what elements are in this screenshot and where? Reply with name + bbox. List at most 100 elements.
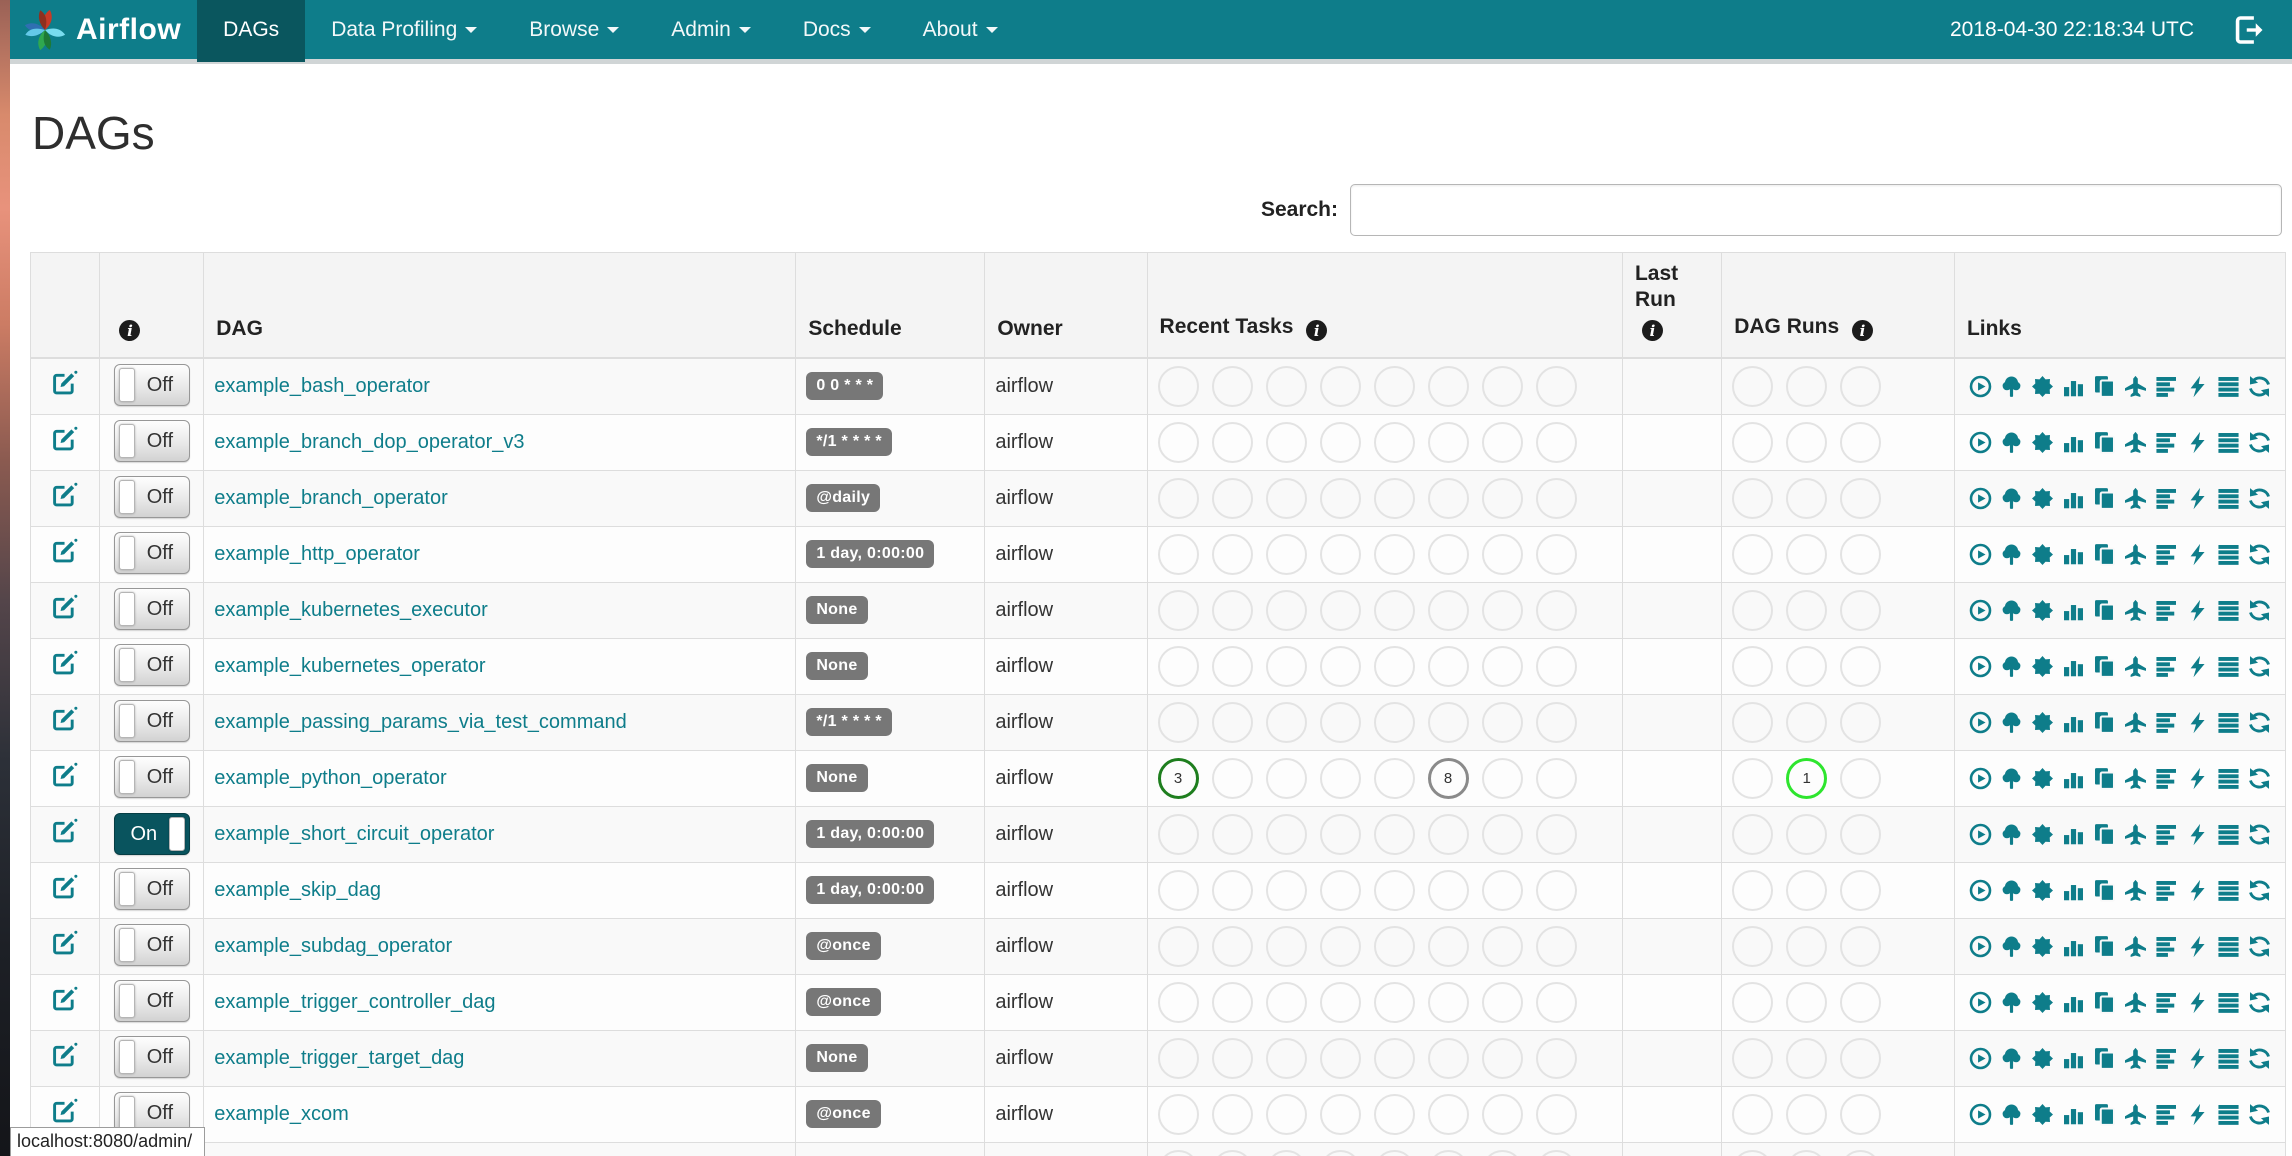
tree-view-link[interactable] — [2000, 711, 2023, 734]
dag-pause-toggle[interactable]: Off — [113, 868, 190, 910]
dag-run-circle[interactable]: 1 — [1786, 757, 1828, 799]
dag-name-link[interactable]: example_skip_dag — [214, 879, 381, 901]
code-view-link[interactable] — [2217, 599, 2240, 622]
tree-view-link[interactable] — [2000, 655, 2023, 678]
dag-pause-toggle[interactable]: Off — [113, 644, 190, 686]
trigger-dag-link[interactable] — [1969, 711, 1992, 734]
task-duration-link[interactable] — [2062, 879, 2085, 902]
code-view-link[interactable] — [2217, 543, 2240, 566]
task-instances-link[interactable] — [2186, 487, 2209, 510]
task-instances-link[interactable] — [2186, 991, 2209, 1014]
task-tries-link[interactable] — [2093, 487, 2116, 510]
tree-view-link[interactable] — [2000, 599, 2023, 622]
task-duration-link[interactable] — [2062, 1103, 2085, 1126]
edit-dag-button[interactable] — [52, 650, 78, 682]
task-tries-link[interactable] — [2093, 991, 2116, 1014]
nav-item-docs[interactable]: Docs — [777, 0, 897, 62]
logout-button[interactable] — [2234, 15, 2264, 45]
edit-dag-button[interactable] — [52, 482, 78, 514]
nav-item-data-profiling[interactable]: Data Profiling — [305, 0, 503, 62]
task-instances-link[interactable] — [2186, 767, 2209, 790]
gantt-view-link[interactable] — [2155, 599, 2178, 622]
nav-item-about[interactable]: About — [897, 0, 1024, 62]
landing-times-link[interactable] — [2124, 599, 2147, 622]
graph-view-link[interactable] — [2031, 711, 2054, 734]
code-view-link[interactable] — [2217, 879, 2240, 902]
gantt-view-link[interactable] — [2155, 1047, 2178, 1070]
gantt-view-link[interactable] — [2155, 879, 2178, 902]
landing-times-link[interactable] — [2124, 935, 2147, 958]
task-instances-link[interactable] — [2186, 1047, 2209, 1070]
refresh-link[interactable] — [2248, 767, 2271, 790]
graph-view-link[interactable] — [2031, 487, 2054, 510]
task-duration-link[interactable] — [2062, 1047, 2085, 1070]
landing-times-link[interactable] — [2124, 655, 2147, 678]
dag-name-link[interactable]: example_branch_operator — [214, 487, 448, 509]
task-duration-link[interactable] — [2062, 711, 2085, 734]
refresh-link[interactable] — [2248, 879, 2271, 902]
task-tries-link[interactable] — [2093, 1047, 2116, 1070]
code-view-link[interactable] — [2217, 1047, 2240, 1070]
nav-item-dags[interactable]: DAGs — [197, 0, 306, 62]
edit-dag-button[interactable] — [52, 762, 78, 794]
task-instances-link[interactable] — [2186, 655, 2209, 678]
task-instances-link[interactable] — [2186, 375, 2209, 398]
dag-pause-toggle[interactable]: Off — [113, 588, 190, 630]
refresh-link[interactable] — [2248, 655, 2271, 678]
edit-dag-button[interactable] — [52, 370, 78, 402]
task-tries-link[interactable] — [2093, 543, 2116, 566]
task-tries-link[interactable] — [2093, 879, 2116, 902]
graph-view-link[interactable] — [2031, 431, 2054, 454]
tree-view-link[interactable] — [2000, 1047, 2023, 1070]
task-instances-link[interactable] — [2186, 935, 2209, 958]
code-view-link[interactable] — [2217, 823, 2240, 846]
task-instances-link[interactable] — [2186, 543, 2209, 566]
trigger-dag-link[interactable] — [1969, 935, 1992, 958]
dag-pause-toggle[interactable]: On — [113, 813, 190, 855]
search-input[interactable] — [1350, 184, 2282, 236]
dag-pause-toggle[interactable]: Off — [113, 756, 190, 798]
gantt-view-link[interactable] — [2155, 543, 2178, 566]
nav-item-admin[interactable]: Admin — [645, 0, 777, 62]
refresh-link[interactable] — [2248, 991, 2271, 1014]
code-view-link[interactable] — [2217, 431, 2240, 454]
dag-pause-toggle[interactable]: Off — [113, 420, 190, 462]
tree-view-link[interactable] — [2000, 431, 2023, 454]
task-duration-link[interactable] — [2062, 823, 2085, 846]
airflow-brand[interactable]: Airflow — [10, 0, 197, 62]
landing-times-link[interactable] — [2124, 1103, 2147, 1126]
code-view-link[interactable] — [2217, 935, 2240, 958]
gantt-view-link[interactable] — [2155, 935, 2178, 958]
recent-task-circle[interactable]: 3 — [1157, 757, 1199, 799]
dag-name-link[interactable]: example_kubernetes_executor — [214, 599, 488, 621]
gantt-view-link[interactable] — [2155, 711, 2178, 734]
refresh-link[interactable] — [2248, 1103, 2271, 1126]
task-instances-link[interactable] — [2186, 711, 2209, 734]
gantt-view-link[interactable] — [2155, 431, 2178, 454]
refresh-link[interactable] — [2248, 823, 2271, 846]
dag-name-link[interactable]: example_trigger_target_dag — [214, 1047, 464, 1069]
refresh-link[interactable] — [2248, 431, 2271, 454]
edit-dag-button[interactable] — [52, 930, 78, 962]
dag-name-link[interactable]: example_python_operator — [214, 767, 446, 789]
refresh-link[interactable] — [2248, 1047, 2271, 1070]
landing-times-link[interactable] — [2124, 823, 2147, 846]
landing-times-link[interactable] — [2124, 375, 2147, 398]
task-duration-link[interactable] — [2062, 599, 2085, 622]
tree-view-link[interactable] — [2000, 767, 2023, 790]
dag-name-link[interactable]: example_kubernetes_operator — [214, 655, 485, 677]
task-tries-link[interactable] — [2093, 823, 2116, 846]
dag-pause-toggle[interactable]: Off — [113, 980, 190, 1022]
code-view-link[interactable] — [2217, 1103, 2240, 1126]
dag-name-link[interactable]: example_bash_operator — [214, 375, 430, 397]
code-view-link[interactable] — [2217, 711, 2240, 734]
gantt-view-link[interactable] — [2155, 823, 2178, 846]
edit-dag-button[interactable] — [52, 986, 78, 1018]
tree-view-link[interactable] — [2000, 375, 2023, 398]
graph-view-link[interactable] — [2031, 991, 2054, 1014]
edit-dag-button[interactable] — [52, 874, 78, 906]
dag-pause-toggle[interactable]: Off — [113, 1036, 190, 1078]
graph-view-link[interactable] — [2031, 935, 2054, 958]
dag-pause-toggle[interactable]: Off — [113, 700, 190, 742]
tree-view-link[interactable] — [2000, 991, 2023, 1014]
